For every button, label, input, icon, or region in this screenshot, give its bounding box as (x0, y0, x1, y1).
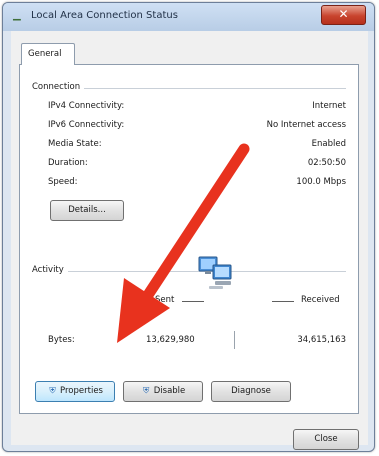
connection-heading: Connection (32, 82, 85, 92)
close-button[interactable]: Close (293, 429, 359, 450)
ipv6-connectivity-label: IPv6 Connectivity: (48, 120, 125, 130)
window-close-button[interactable]: ✕ (321, 5, 366, 25)
received-dash (272, 301, 294, 302)
window-title: Local Area Connection Status (31, 10, 178, 21)
bytes-label: Bytes: (48, 335, 75, 345)
activity-divider (32, 271, 346, 272)
network-computers-icon (198, 256, 232, 289)
media-state-value: Enabled (311, 139, 346, 149)
tab-general[interactable]: General (21, 43, 75, 65)
duration-label: Duration: (48, 158, 88, 168)
bytes-sent-value: 13,629,980 (146, 335, 195, 345)
bytes-received-value: 34,615,163 (297, 335, 346, 345)
title-bar[interactable]: ▁ Local Area Connection Status ✕ (3, 3, 374, 31)
network-connection-icon: ▁ (13, 10, 21, 21)
bytes-separator (234, 331, 235, 349)
ipv4-connectivity-label: IPv4 Connectivity: (48, 101, 125, 111)
properties-button-label: Properties (60, 386, 103, 396)
general-panel: Connection IPv4 Connectivity: Internet I… (19, 64, 359, 414)
speed-value: 100.0 Mbps (296, 177, 346, 187)
disable-button-label: Disable (153, 386, 186, 396)
ipv6-connectivity-value: No Internet access (266, 120, 346, 130)
media-state-label: Media State: (48, 139, 102, 149)
disable-button[interactable]: ⛨ Disable (123, 381, 203, 402)
sent-label: Sent (155, 295, 175, 305)
diagnose-button[interactable]: Diagnose (211, 381, 291, 402)
activity-heading: Activity (32, 265, 68, 275)
duration-value: 02:50:50 (307, 158, 346, 168)
status-dialog: ▁ Local Area Connection Status ✕ General… (2, 2, 375, 452)
details-button[interactable]: Details... (50, 200, 124, 221)
ipv4-connectivity-value: Internet (312, 101, 346, 111)
shield-icon: ⛨ (143, 386, 150, 396)
properties-button[interactable]: ⛨ Properties (35, 381, 115, 402)
speed-label: Speed: (48, 177, 78, 187)
dialog-client-area: General Connection IPv4 Connectivity: In… (11, 31, 368, 450)
sent-dash (182, 301, 204, 302)
received-label: Received (301, 295, 340, 305)
shield-icon: ⛨ (49, 386, 56, 396)
